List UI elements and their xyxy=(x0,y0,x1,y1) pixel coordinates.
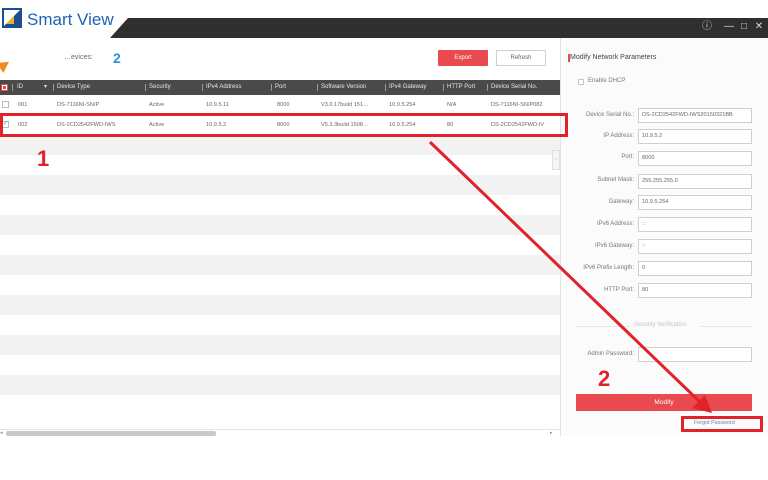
annotation-arrow-icon xyxy=(428,140,712,413)
smart-view-window: Smart View ⓘ — □ ✕ …evices: 2 Export Ref… xyxy=(0,0,768,480)
